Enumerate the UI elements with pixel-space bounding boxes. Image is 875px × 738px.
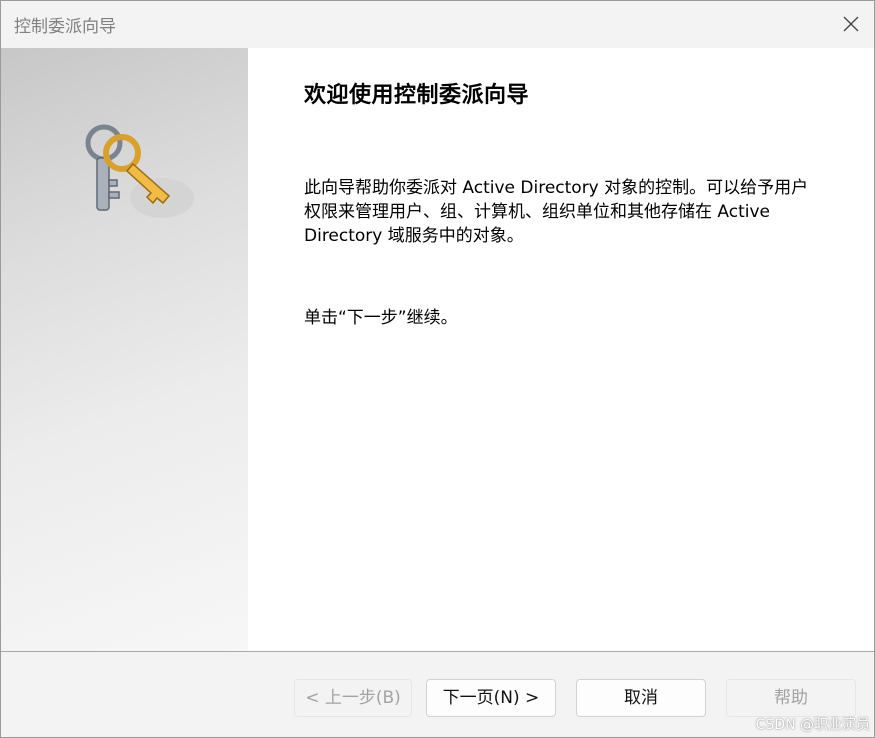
cancel-button[interactable]: 取消 <box>576 679 706 717</box>
page-title: 欢迎使用控制委派向导 <box>304 83 530 108</box>
side-panel <box>1 48 248 651</box>
watermark: CSDN @职业演员 <box>755 717 870 733</box>
keys-icon <box>85 124 194 218</box>
title-bar: 控制委派向导 <box>1 1 874 47</box>
instruction-text: 单击“下一步”继续。 <box>304 308 458 328</box>
back-button[interactable]: < 上一步(B) <box>294 679 412 717</box>
next-button[interactable]: 下一页(N) > <box>426 679 556 717</box>
content-panel: 欢迎使用控制委派向导 此向导帮助你委派对 Active Directory 对象… <box>248 48 874 651</box>
button-bar: < 上一步(B) 下一页(N) > 取消 帮助 CSDN @职业演员 <box>1 652 874 737</box>
help-button[interactable]: 帮助 <box>726 679 856 717</box>
close-button[interactable] <box>828 1 874 47</box>
description-text: 此向导帮助你委派对 Active Directory 对象的控制。可以给予用户权… <box>304 178 809 246</box>
wizard-window: 控制委派向导 欢迎使用控制委派向导 此向导帮助你委派对 Active Direc… <box>0 0 875 738</box>
close-icon <box>843 16 859 32</box>
window-title: 控制委派向导 <box>14 17 116 37</box>
